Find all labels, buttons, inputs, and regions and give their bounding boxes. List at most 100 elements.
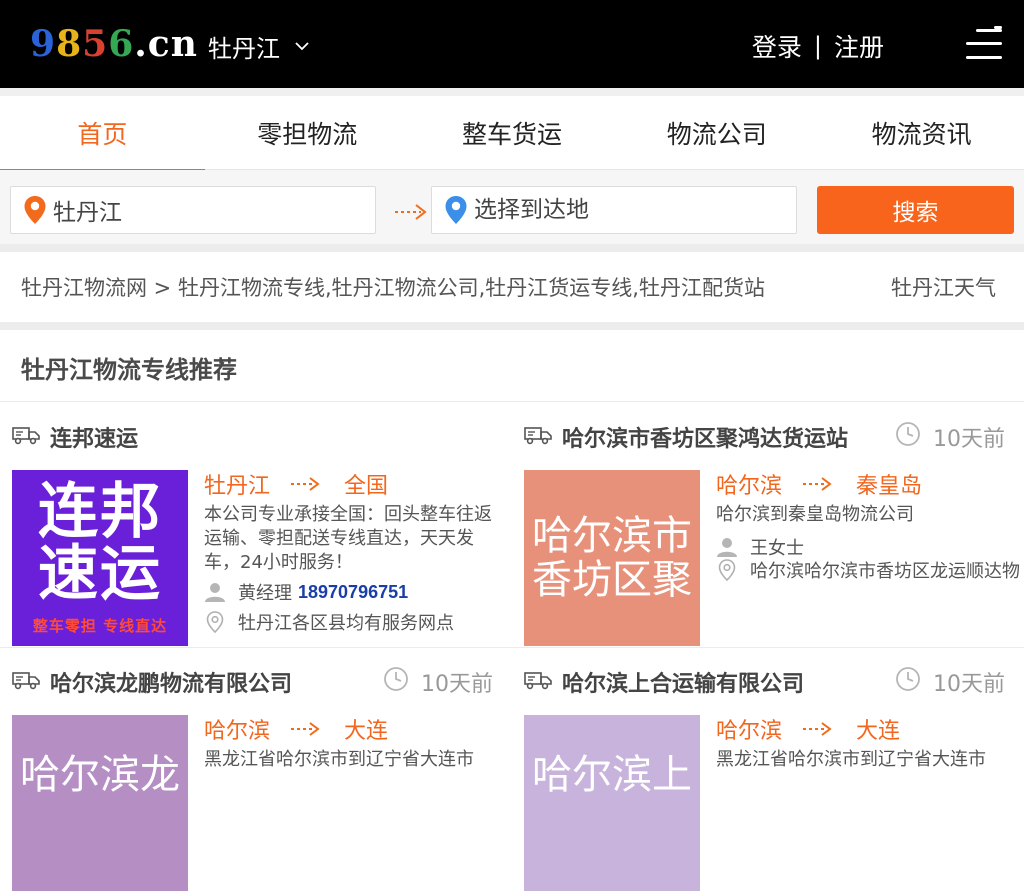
company-address: 哈尔滨哈尔滨市香坊区龙运顺达物 <box>716 557 1020 583</box>
logo-digit: 9 <box>30 23 57 65</box>
company-name[interactable]: 哈尔滨龙鹏物流有限公司 <box>50 666 292 698</box>
divider <box>0 88 1024 96</box>
clock-icon <box>896 667 920 691</box>
logo-tld: cn <box>147 23 198 65</box>
company-name[interactable]: 哈尔滨市香坊区聚鸿达货运站 <box>562 421 848 453</box>
map-pin-icon <box>206 611 224 634</box>
contact-phone[interactable]: 18970796751 <box>298 582 408 603</box>
clock-icon <box>896 422 920 446</box>
section-title: 牡丹江物流专线推荐 <box>21 356 237 384</box>
route-from: 哈尔滨 <box>716 474 783 499</box>
destination-input[interactable] <box>474 197 774 223</box>
company-card[interactable]: 哈尔滨市香坊区聚鸿达货运站 10天前 哈尔滨市香坊区聚 哈尔滨 秦皇岛 哈尔滨到… <box>512 403 1024 647</box>
route-from: 哈尔滨 <box>716 719 783 744</box>
route-from: 哈尔滨 <box>204 719 271 744</box>
posted-time: 10天前 <box>421 672 493 697</box>
origin-input[interactable] <box>53 197 353 223</box>
weather-link[interactable]: 牡丹江天气 <box>891 272 996 302</box>
user-icon <box>205 583 225 602</box>
company-name[interactable]: 哈尔滨上合运输有限公司 <box>562 666 804 698</box>
company-description: 黑龙江省哈尔滨市到辽宁省大连市 <box>204 749 474 770</box>
register-link[interactable]: 注册 <box>834 28 884 64</box>
logo-digit: 6 <box>108 23 135 65</box>
route-line: 牡丹江 全国 <box>204 469 388 499</box>
company-description: 哈尔滨到秦皇岛物流公司 <box>716 504 914 525</box>
location-pin-icon <box>445 196 467 224</box>
site-logo[interactable]: 9856.cn <box>30 22 198 66</box>
thumbnail-logo: 连邦 速运 整车零担 专线直达 <box>12 470 188 646</box>
city-selector[interactable]: 牡丹江 <box>208 28 310 64</box>
address-text: 哈尔滨哈尔滨市香坊区龙运顺达物 <box>750 561 1020 582</box>
nav-item-logistics-companies[interactable]: 物流公司 <box>614 96 819 170</box>
chevron-down-icon <box>295 42 309 51</box>
route-line: 哈尔滨 大连 <box>204 714 388 744</box>
user-icon <box>717 538 737 557</box>
address-text: 牡丹江各区县均有服务网点 <box>238 613 454 634</box>
auth-links: 登录 | 注册 <box>752 26 884 66</box>
company-thumbnail[interactable]: 连邦 速运 整车零担 专线直达 <box>12 470 188 646</box>
company-thumbnail[interactable]: 哈尔滨上 <box>524 715 700 891</box>
company-name[interactable]: 连邦速运 <box>50 421 138 453</box>
thumbnail-text: 哈尔滨市香坊区聚 <box>524 470 700 646</box>
dotted-arrow-icon <box>291 477 320 491</box>
truck-icon <box>524 427 552 445</box>
company-address: 牡丹江各区县均有服务网点 <box>204 609 454 635</box>
login-link[interactable]: 登录 <box>752 28 802 64</box>
origin-field[interactable] <box>10 186 376 234</box>
truck-icon <box>12 672 40 690</box>
current-city: 牡丹江 <box>208 34 280 63</box>
nav-item-full-truckload[interactable]: 整车货运 <box>410 96 615 170</box>
clock-icon <box>384 667 408 691</box>
nav-item-logistics-news[interactable]: 物流资讯 <box>819 96 1024 170</box>
posted-time: 10天前 <box>933 427 1005 452</box>
route-line: 哈尔滨 秦皇岛 <box>716 469 922 499</box>
main-nav: 首页 零担物流 整车货运 物流公司 物流资讯 <box>0 96 1024 171</box>
truck-icon <box>12 427 40 445</box>
thumbnail-text: 哈尔滨龙 <box>12 715 188 891</box>
company-description: 本公司专业承接全国：回头整车往返运输、零担配送专线直达，天天发车，24小时服务！ <box>204 504 492 573</box>
thumbnail-text: 连邦 <box>38 476 162 547</box>
posted-time: 10天前 <box>933 672 1005 697</box>
logo-dot: . <box>134 23 148 65</box>
route-to: 大连 <box>344 719 389 744</box>
company-card[interactable]: 连邦速运 连邦 速运 整车零担 专线直达 牡丹江 全国 本公司专业承接全国：回头… <box>0 403 512 647</box>
divider <box>0 244 1024 252</box>
company-thumbnail[interactable]: 哈尔滨龙 <box>12 715 188 891</box>
route-to: 大连 <box>856 719 901 744</box>
map-pin-icon <box>718 559 736 582</box>
truck-icon <box>524 672 552 690</box>
dotted-arrow-icon <box>291 722 320 736</box>
route-from: 牡丹江 <box>204 474 271 499</box>
company-card[interactable]: 哈尔滨龙鹏物流有限公司 10天前 哈尔滨龙 哈尔滨 大连 黑龙江省哈尔滨市到辽宁… <box>0 647 512 891</box>
breadcrumb: 牡丹江物流网 > 牡丹江物流专线,牡丹江物流公司,牡丹江货运专线,牡丹江配货站 … <box>0 252 1024 322</box>
divider <box>0 322 1024 330</box>
logo-digit: 5 <box>82 23 109 65</box>
breadcrumb-home-link[interactable]: 牡丹江物流网 <box>21 276 147 300</box>
thumbnail-text: 速运 <box>38 538 162 609</box>
contact-name: 黄经理 <box>238 583 292 604</box>
route-line: 哈尔滨 大连 <box>716 714 900 744</box>
dotted-arrow-icon <box>803 477 832 491</box>
logo-digit: 8 <box>56 23 83 65</box>
company-description: 黑龙江省哈尔滨市到辽宁省大连市 <box>716 749 986 770</box>
company-card[interactable]: 哈尔滨上合运输有限公司 10天前 哈尔滨上 哈尔滨 大连 黑龙江省哈尔滨市到辽宁… <box>512 647 1024 891</box>
section-header: 牡丹江物流专线推荐 <box>0 330 1024 402</box>
route-to: 秦皇岛 <box>856 474 923 499</box>
location-pin-icon <box>24 196 46 224</box>
breadcrumb-current: 牡丹江物流专线,牡丹江物流公司,牡丹江货运专线,牡丹江配货站 <box>177 276 765 300</box>
nav-item-home[interactable]: 首页 <box>0 96 205 171</box>
thumbnail-subtext: 整车零担 专线直达 <box>32 614 168 636</box>
nav-item-ltl-logistics[interactable]: 零担物流 <box>205 96 410 170</box>
thumbnail-text: 哈尔滨上 <box>524 715 700 891</box>
auth-separator: | <box>813 32 822 60</box>
top-header: 9856.cn 牡丹江 登录 | 注册 <box>0 0 1024 88</box>
company-thumbnail[interactable]: 哈尔滨市香坊区聚 <box>524 470 700 646</box>
hamburger-menu-icon[interactable] <box>966 26 1002 62</box>
breadcrumb-path: 牡丹江物流网 > 牡丹江物流专线,牡丹江物流公司,牡丹江货运专线,牡丹江配货站 <box>21 272 765 302</box>
search-button[interactable]: 搜索 <box>817 186 1014 234</box>
contact-person: 黄经理 18970796751 <box>204 579 408 605</box>
dotted-arrow-icon <box>395 204 427 220</box>
dotted-arrow-icon <box>803 722 832 736</box>
route-to: 全国 <box>344 474 389 499</box>
destination-field[interactable] <box>431 186 797 234</box>
